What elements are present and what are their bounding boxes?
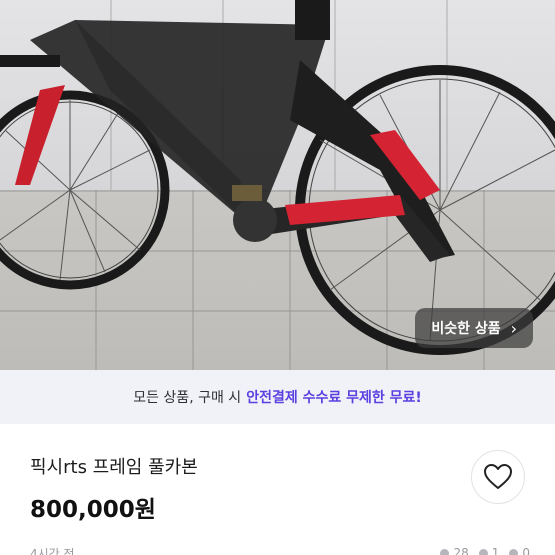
chat-count: 0 xyxy=(509,545,530,555)
eye-icon xyxy=(440,548,450,555)
banner-highlight: 안전결제 수수료 무제한 무료! xyxy=(246,390,422,406)
product-title: 픽시rts 프레임 풀카본 xyxy=(30,457,198,478)
posted-time: 4시간 전 xyxy=(30,547,75,555)
view-count: 28 xyxy=(440,545,469,555)
like-button[interactable] xyxy=(471,450,525,504)
product-photo[interactable]: 비슷한 상품 › xyxy=(0,0,555,370)
safe-payment-banner[interactable]: 모든 상품, 구매 시 안전결제 수수료 무제한 무료! xyxy=(0,370,555,424)
similar-items-label: 비슷한 상품 xyxy=(431,321,501,337)
heart-small-icon xyxy=(478,548,488,555)
listing-meta: 4시간 전 28 1 0 xyxy=(30,545,530,555)
chevron-right-icon: › xyxy=(510,318,517,338)
banner-text: 모든 상품, 구매 시 xyxy=(133,390,242,406)
chat-count-value: 0 xyxy=(522,546,530,555)
similar-items-button[interactable]: 비슷한 상품 › xyxy=(415,308,533,348)
like-count: 1 xyxy=(478,545,500,555)
listing-stats: 28 1 0 xyxy=(440,545,530,555)
chat-icon xyxy=(509,548,519,555)
view-count-value: 28 xyxy=(453,546,469,555)
product-price: 800,000원 xyxy=(30,497,156,523)
like-count-value: 1 xyxy=(491,546,500,555)
heart-icon xyxy=(484,464,512,489)
